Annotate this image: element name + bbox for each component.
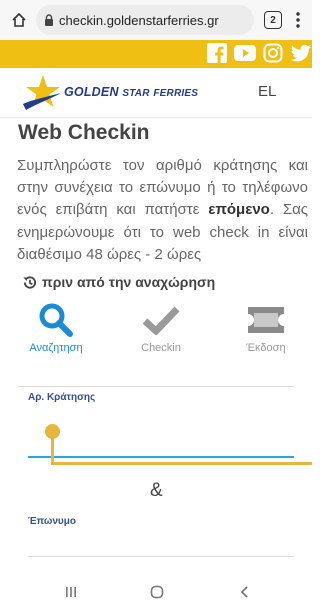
page-title: Web Checkin [18,121,150,144]
instagram-icon[interactable] [262,42,284,64]
home-icon [12,12,26,27]
checkmark-icon [142,306,180,335]
home-circle-icon [150,585,164,599]
surname-label: Έπωνυμο [28,516,76,527]
checkin-steps: Αναζητηση Checkin Έκδοση [0,300,312,360]
back-button[interactable] [238,582,252,602]
system-nav-bar [0,578,312,606]
guide-line-vertical [51,437,54,465]
youtube-icon[interactable] [234,42,256,64]
instructions-text: Συμπληρώστε τον αριθμό κράτησης και στην… [17,157,308,263]
recent-apps-button[interactable] [64,582,78,602]
back-icon [240,586,248,598]
booking-number-label: Αρ. Κράτησης [28,392,96,403]
step-issue[interactable]: Έκδοση [226,300,306,354]
step-checkin[interactable]: Checkin [121,300,201,354]
tabs-button[interactable]: 2 [264,11,282,29]
menu-button[interactable] [286,0,310,40]
language-selector[interactable]: EL [258,83,276,100]
url-text: checkin.goldenstarferries.gr [59,12,219,28]
home-button[interactable] [4,0,34,40]
booking-number-field[interactable] [28,456,294,458]
step-checkin-label: Checkin [141,342,181,354]
address-bar[interactable]: checkin.goldenstarferries.gr [36,5,254,35]
twitter-icon[interactable] [290,42,312,64]
lock-icon [45,14,53,26]
departure-note: πριν από την αναχώρηση [22,274,215,290]
step-issue-label: Έκδοση [246,342,286,354]
guide-line-horizontal [51,462,312,465]
site-logo-text[interactable]: GOLDEN STAR FERRIES [64,85,198,99]
history-icon [23,275,37,289]
search-icon [39,303,73,337]
site-header: GOLDEN STAR FERRIES EL [0,68,312,118]
star-logo-icon[interactable] [22,74,62,112]
facebook-icon[interactable] [206,42,228,64]
browser-toolbar: checkin.goldenstarferries.gr 2 [0,0,312,40]
surname-field[interactable] [28,556,294,557]
divider [18,386,294,387]
more-vertical-icon [296,12,300,28]
home-nav-button[interactable] [150,582,164,602]
ticket-icon [248,307,284,333]
step-search[interactable]: Αναζητηση [16,300,96,354]
step-search-label: Αναζητηση [29,342,83,354]
recent-apps-icon [66,587,76,597]
social-bar [0,40,312,68]
field-separator: & [150,480,163,501]
